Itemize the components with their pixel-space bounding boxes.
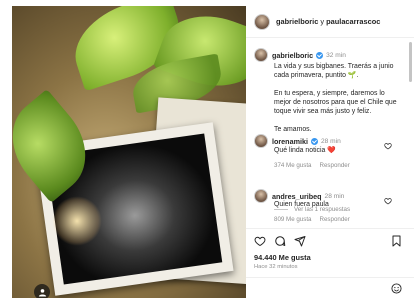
post-photo[interactable] — [12, 6, 246, 298]
comment-likes[interactable]: 809 Me gusta — [274, 216, 312, 223]
comment-username[interactable]: andres_uribeq — [272, 192, 322, 201]
verified-icon — [310, 137, 318, 145]
emoji-icon[interactable] — [391, 283, 402, 294]
post-authors: gabrielboric y paulacarrascoc — [276, 17, 381, 26]
avatar[interactable] — [254, 189, 268, 203]
post-actions: 94.440 Me gusta Hace 32 minutos — [246, 228, 414, 298]
share-icon[interactable] — [294, 235, 306, 247]
like-comment-heart-icon[interactable] — [384, 142, 392, 150]
coauthor-link[interactable]: paulacarrascoc — [326, 17, 380, 26]
like-heart-icon[interactable] — [254, 235, 266, 247]
tagged-users-icon[interactable] — [34, 284, 50, 298]
light-glow — [52, 196, 102, 246]
comments-scroll-area[interactable]: gabrielboric 32 min La vida y sus bigban… — [246, 38, 414, 228]
comment-time: 28 min — [320, 137, 341, 145]
caption-text: La vida y sus bigbanes. Traerás a junio … — [274, 63, 397, 133]
add-comment-bar[interactable] — [246, 277, 414, 299]
caption-time: 32 min — [326, 51, 346, 59]
comment-item: lorenamiki 28 min Qué linda noticia ❤️ 3… — [254, 134, 402, 169]
avatar[interactable] — [254, 13, 270, 30]
post-caption: gabrielboric 32 min La vida y sus bigban… — [254, 48, 402, 134]
comment-likes[interactable]: 374 Me gusta — [274, 162, 312, 169]
reply-link[interactable]: Responder — [320, 216, 350, 223]
post-side-panel: gabrielboric y paulacarrascoc gabrielbor… — [246, 6, 414, 298]
comment-text: Qué linda noticia ❤️ — [274, 147, 336, 154]
verified-icon — [316, 51, 324, 59]
avatar[interactable] — [254, 48, 268, 62]
reply-link[interactable]: Responder — [320, 162, 350, 169]
comment-username[interactable]: lorenamiki — [272, 137, 308, 146]
comment-item: andres_uribeq 28 min Quien fuera paula 8… — [254, 189, 402, 223]
comment-text: Quien fuera paula — [274, 201, 329, 208]
instagram-post-modal: gabrielboric y paulacarrascoc gabrielbor… — [0, 0, 420, 304]
likes-count[interactable]: 94.440 Me gusta — [254, 253, 311, 262]
avatar[interactable] — [254, 134, 268, 148]
comment-time: 28 min — [324, 192, 345, 200]
post-header: gabrielboric y paulacarrascoc — [246, 6, 414, 38]
post-timestamp: Hace 32 minutos — [254, 264, 298, 270]
like-comment-heart-icon[interactable] — [384, 197, 392, 205]
comment-icon[interactable] — [274, 235, 286, 247]
author-link[interactable]: gabrielboric — [276, 17, 318, 26]
caption-username[interactable]: gabrielboric — [272, 51, 313, 60]
scrollbar[interactable] — [409, 42, 412, 82]
save-bookmark-icon[interactable] — [391, 235, 402, 247]
